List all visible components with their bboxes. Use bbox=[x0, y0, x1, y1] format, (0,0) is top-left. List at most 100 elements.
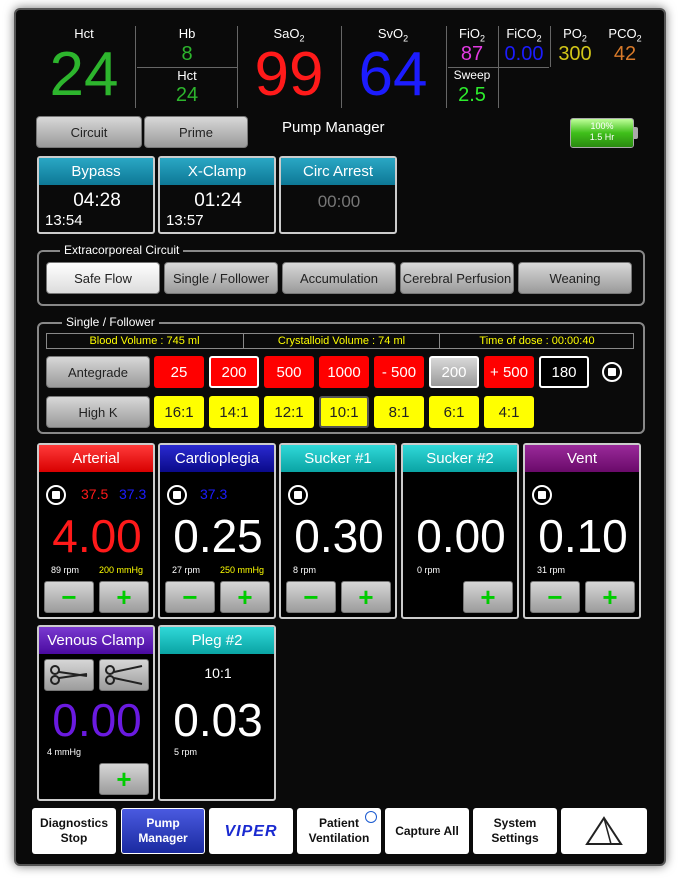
ratio-6-1-button[interactable]: 6:1 bbox=[429, 396, 479, 428]
ratio-16-1-button[interactable]: 16:1 bbox=[154, 396, 204, 428]
viper-button[interactable]: VIPER bbox=[209, 808, 293, 854]
venous-clamp-label: Venous Clamp bbox=[39, 627, 153, 654]
vent-pump[interactable]: Vent 0.10 31 rpm − + bbox=[523, 443, 641, 619]
bypass-elapsed: 04:28 bbox=[73, 190, 121, 211]
po2-label: PO2 bbox=[563, 26, 587, 44]
venous-pressure: 4 mmHg bbox=[47, 747, 82, 757]
sucker2-flow: 0.00 bbox=[416, 510, 506, 562]
hb-value: 8 bbox=[181, 43, 193, 65]
volume-setpoint-display[interactable]: 180 bbox=[539, 356, 589, 388]
volume-minus-500-button[interactable]: - 500 bbox=[374, 356, 424, 388]
arterial-plus-button[interactable]: + bbox=[99, 581, 149, 613]
sucker1-pump[interactable]: Sucker #1 0.30 8 rpm − + bbox=[279, 443, 397, 619]
cardioplegia-stop-icon[interactable] bbox=[167, 485, 187, 505]
diagnostics-stop-button[interactable]: Diagnostics Stop bbox=[32, 808, 116, 854]
cardioplegia-pump[interactable]: Cardioplegia 37.3 0.25 27 rpm 250 mmHg −… bbox=[158, 443, 276, 619]
hb-label: Hb bbox=[178, 26, 196, 41]
high-k-button[interactable]: High K bbox=[46, 396, 150, 428]
xclamp-start: 13:57 bbox=[166, 212, 204, 229]
xclamp-timer[interactable]: X-Clamp 01:24 13:57 bbox=[158, 156, 276, 234]
ventilation-label: Ventilation bbox=[308, 831, 370, 845]
mode-cerebral-perfusion-button[interactable]: Cerebral Perfusion bbox=[400, 262, 514, 294]
pco2-label: PCO2 bbox=[608, 26, 642, 44]
diagnostics-label: Diagnostics bbox=[39, 816, 108, 830]
volume-plus-500-button[interactable]: + 500 bbox=[484, 356, 534, 388]
ventilation-status-icon bbox=[365, 811, 377, 823]
app-window: Hct 24 Hb 8 Hct 24 SaO2 99 SvO2 64 FiO2 … bbox=[14, 8, 666, 866]
pump-manager-button[interactable]: Pump Manager bbox=[121, 808, 205, 854]
settings-label: Settings bbox=[491, 831, 539, 845]
ratio-14-1-button[interactable]: 14:1 bbox=[209, 396, 259, 428]
time-of-dose: Time of dose : 00:00:40 bbox=[479, 335, 595, 347]
mode-single-follower-button[interactable]: Single / Follower bbox=[164, 262, 278, 294]
single-follower-title: Single / Follower bbox=[62, 315, 159, 329]
mode-accumulation-button[interactable]: Accumulation bbox=[282, 262, 396, 294]
pleg2-pump[interactable]: Pleg #2 10:1 0.03 5 rpm bbox=[158, 625, 276, 801]
volume-200-button[interactable]: 200 bbox=[209, 356, 259, 388]
vent-stop-icon[interactable] bbox=[532, 485, 552, 505]
vent-minus-button[interactable]: − bbox=[530, 581, 580, 613]
alarm-button[interactable] bbox=[561, 808, 647, 854]
dose-info-bar: Blood Volume : 745 ml Crystalloid Volume… bbox=[46, 333, 634, 349]
system-label: System bbox=[493, 816, 537, 830]
antegrade-button[interactable]: Antegrade bbox=[46, 356, 150, 388]
prime-button[interactable]: Prime bbox=[144, 116, 248, 148]
hct-label: Hct bbox=[74, 26, 94, 41]
manager-label: Manager bbox=[138, 831, 188, 845]
dose-stop-icon[interactable] bbox=[602, 362, 622, 382]
fico2-value: 0.00 bbox=[504, 43, 544, 65]
volume-500-button[interactable]: 500 bbox=[264, 356, 314, 388]
volume-1000-button[interactable]: 1000 bbox=[319, 356, 369, 388]
hct2-value: 24 bbox=[175, 84, 199, 106]
battery-percent: 100% bbox=[590, 121, 614, 131]
mode-safe-flow-button[interactable]: Safe Flow bbox=[46, 262, 160, 294]
capture-all-button[interactable]: Capture All bbox=[385, 808, 469, 854]
pleg2-rpm: 5 rpm bbox=[174, 747, 198, 757]
cardioplegia-plus-button[interactable]: + bbox=[220, 581, 270, 613]
ratio-12-1-button[interactable]: 12:1 bbox=[264, 396, 314, 428]
circ-arrest-timer[interactable]: Circ Arrest 00:00 bbox=[279, 156, 397, 234]
sucker2-pump[interactable]: Sucker #2 0.00 0 rpm + bbox=[401, 443, 519, 619]
pump-label: Pump bbox=[146, 816, 180, 830]
arterial-flow: 4.00 bbox=[52, 510, 142, 562]
svo2-value: 64 bbox=[358, 40, 428, 109]
sweep-value: 2.5 bbox=[458, 84, 486, 106]
sucker1-minus-button[interactable]: − bbox=[286, 581, 336, 613]
stop-label: Stop bbox=[60, 831, 88, 845]
vent-flow: 0.10 bbox=[538, 510, 628, 562]
clamp-open-button[interactable] bbox=[99, 659, 149, 691]
sucker2-plus-button[interactable]: + bbox=[463, 581, 513, 613]
circuit-button[interactable]: Circuit bbox=[36, 116, 142, 148]
patient-label: Patient bbox=[318, 816, 359, 830]
system-settings-button[interactable]: System Settings bbox=[473, 808, 557, 854]
mode-weaning-button[interactable]: Weaning bbox=[518, 262, 632, 294]
volume-total-display: 200 bbox=[429, 356, 479, 388]
arterial-minus-button[interactable]: − bbox=[44, 581, 94, 613]
volume-25-button[interactable]: 25 bbox=[154, 356, 204, 388]
bypass-timer[interactable]: Bypass 04:28 13:54 bbox=[37, 156, 155, 234]
xclamp-elapsed: 01:24 bbox=[194, 190, 242, 211]
scissors-closed-icon bbox=[50, 665, 88, 685]
sucker1-label: Sucker #1 bbox=[281, 445, 395, 472]
arterial-pressure-2: 37.3 bbox=[119, 486, 147, 502]
vent-plus-button[interactable]: + bbox=[585, 581, 635, 613]
ratio-8-1-button[interactable]: 8:1 bbox=[374, 396, 424, 428]
ratio-10-1-button[interactable]: 10:1 bbox=[319, 396, 369, 428]
arterial-pump[interactable]: Arterial 37.5 37.3 4.00 89 rpm 200 mmHg … bbox=[37, 443, 155, 619]
sucker1-stop-icon[interactable] bbox=[288, 485, 308, 505]
cardioplegia-flow: 0.25 bbox=[173, 510, 263, 562]
hct2-label: Hct bbox=[177, 68, 197, 83]
venous-clamp-module[interactable]: Venous Clamp 0.00 4 mmHg + bbox=[37, 625, 155, 801]
patient-ventilation-button[interactable]: Patient Ventilation bbox=[297, 808, 381, 854]
sucker1-plus-button[interactable]: + bbox=[341, 581, 391, 613]
clamp-close-button[interactable] bbox=[44, 659, 94, 691]
arterial-rpm: 89 rpm bbox=[51, 565, 80, 575]
page-title: Pump Manager bbox=[282, 119, 385, 136]
venous-clamp-plus-button[interactable]: + bbox=[99, 763, 149, 795]
pleg2-flow: 0.03 bbox=[173, 694, 263, 746]
cardioplegia-minus-button[interactable]: − bbox=[165, 581, 215, 613]
vent-label: Vent bbox=[525, 445, 639, 472]
arterial-stop-icon[interactable] bbox=[46, 485, 66, 505]
ratio-4-1-button[interactable]: 4:1 bbox=[484, 396, 534, 428]
bypass-start: 13:54 bbox=[45, 212, 83, 229]
